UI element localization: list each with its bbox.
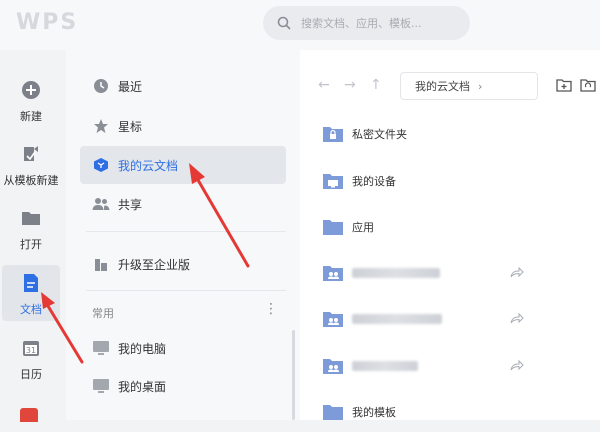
file-toolbar: ← → ↑ 我的云文档 › <box>300 50 600 120</box>
file-name: 应用 <box>352 221 374 234</box>
file-row-my-templates[interactable]: 我的模板 <box>322 392 594 432</box>
tree-item-label: 我的桌面 <box>118 379 167 394</box>
document-icon <box>19 271 43 295</box>
tree-item-starred[interactable]: 星标 <box>80 107 286 145</box>
file-name: 私密文件夹 <box>352 128 407 141</box>
share-users-icon <box>92 195 110 213</box>
top-bar: WPS <box>0 0 600 50</box>
file-list-panel: ← → ↑ 我的云文档 › 私密文件夹 我的设备 应用 我的模板 <box>300 50 600 420</box>
star-icon <box>92 117 110 135</box>
share-link-icon[interactable] <box>510 266 524 278</box>
new-folder-icon[interactable] <box>556 78 572 92</box>
cloud-doc-icon <box>92 156 110 174</box>
folder-icon <box>322 217 344 237</box>
shared-folder-icon <box>322 263 344 283</box>
enterprise-icon <box>92 255 110 273</box>
nav-from-template-label: 从模板新建 <box>3 174 59 187</box>
tree-item-my-computer[interactable]: 我的电脑 <box>80 329 286 367</box>
nav-from-template[interactable]: 从模板新建 <box>0 142 62 188</box>
nav-calendar[interactable]: 31 日历 <box>0 336 62 382</box>
more-options-icon[interactable]: ⋮ <box>264 301 278 317</box>
plus-circle-icon <box>19 78 43 102</box>
file-name-blurred <box>352 361 418 371</box>
search-input[interactable] <box>301 16 451 30</box>
tree-scrollbar[interactable] <box>292 330 295 420</box>
wps-logo: WPS <box>16 10 79 35</box>
tree-item-label: 升级至企业版 <box>118 257 191 272</box>
nav-documents[interactable]: 文档 <box>2 265 60 321</box>
chevron-right-icon: › <box>478 79 483 93</box>
shared-folder-icon <box>322 356 344 376</box>
nav-open-label: 打开 <box>20 238 42 251</box>
file-name: 我的模板 <box>352 406 396 419</box>
tree-divider <box>86 290 286 291</box>
nav-new[interactable]: 新建 <box>0 78 62 124</box>
svg-text:31: 31 <box>26 346 36 355</box>
breadcrumb-current: 我的云文档 <box>415 80 470 93</box>
file-name-blurred <box>352 268 440 278</box>
computer-icon <box>92 339 110 357</box>
private-folder-icon <box>322 124 344 144</box>
template-icon <box>19 142 43 166</box>
file-row-my-devices[interactable]: 我的设备 <box>322 161 594 201</box>
file-row-shared-2[interactable] <box>322 299 594 339</box>
back-arrow-icon[interactable]: ← <box>318 77 330 93</box>
tree-item-recent[interactable]: 最近 <box>80 67 286 105</box>
file-row-apps[interactable]: 应用 <box>322 207 594 247</box>
tree-item-label: 星标 <box>118 119 143 134</box>
tree-item-label: 我的电脑 <box>118 341 167 356</box>
nav-open[interactable]: 打开 <box>0 206 62 252</box>
tree-item-my-cloud-docs[interactable]: 我的云文档 <box>80 146 286 184</box>
folder-icon <box>19 206 43 230</box>
calendar-icon: 31 <box>19 336 43 360</box>
share-link-icon[interactable] <box>510 359 524 371</box>
clock-icon <box>92 77 110 95</box>
tree-item-my-desktop[interactable]: 我的桌面 <box>80 367 286 405</box>
sync-folder-icon[interactable] <box>580 78 596 92</box>
up-arrow-icon[interactable]: ↑ <box>370 77 382 93</box>
tree-divider <box>86 231 286 232</box>
folder-icon <box>322 402 344 422</box>
file-name: 我的设备 <box>352 175 396 188</box>
folder-tree: 最近 星标 我的云文档 共享 升级至企业版 常用 ⋮ 我的电脑 我的桌面 <box>66 50 300 420</box>
file-row-shared-3[interactable] <box>322 346 594 386</box>
tree-item-upgrade-enterprise[interactable]: 升级至企业版 <box>80 245 286 283</box>
search-box[interactable] <box>263 6 470 40</box>
left-nav: 新建 从模板新建 打开 文档 31 日历 <box>0 50 66 422</box>
nav-new-label: 新建 <box>20 110 42 123</box>
tree-item-shared[interactable]: 共享 <box>80 185 286 223</box>
device-folder-icon <box>322 171 344 191</box>
share-link-icon[interactable] <box>510 312 524 324</box>
tree-item-label: 最近 <box>118 79 143 94</box>
file-row-private-folder[interactable]: 私密文件夹 <box>322 114 594 154</box>
breadcrumb[interactable]: 我的云文档 › <box>400 72 538 100</box>
file-name-blurred <box>352 314 442 324</box>
desktop-icon <box>92 377 110 395</box>
nav-calendar-label: 日历 <box>20 368 42 381</box>
nav-documents-label: 文档 <box>20 303 42 316</box>
shared-folder-icon <box>322 309 344 329</box>
section-common-label: 常用 <box>92 307 114 320</box>
file-row-shared-1[interactable] <box>322 253 594 293</box>
forward-arrow-icon[interactable]: → <box>344 77 356 93</box>
search-icon <box>277 16 291 30</box>
tree-item-label: 我的云文档 <box>118 158 179 173</box>
tree-item-label: 共享 <box>118 197 143 212</box>
